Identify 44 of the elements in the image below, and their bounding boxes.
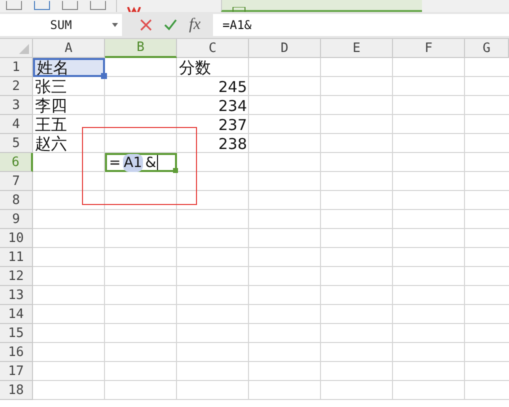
insert-function-button[interactable]: fx [189,16,201,34]
row-header[interactable]: 3 [0,96,33,115]
row-header[interactable]: 9 [0,210,33,229]
check-icon[interactable] [164,19,177,31]
table-cell-text: 李四 [34,96,68,115]
row-header[interactable]: 12 [0,267,33,286]
row-header[interactable]: 16 [0,343,33,362]
row-header[interactable]: 11 [0,248,33,267]
column-header[interactable]: G [465,39,509,58]
table-cell-text: 245 [217,77,248,96]
row-header[interactable]: 5 [0,134,33,153]
column-header[interactable]: E [321,39,393,58]
fill-handle[interactable] [101,73,107,79]
row-header[interactable]: 4 [0,115,33,134]
fill-handle[interactable] [173,168,178,173]
column-header[interactable]: A [33,39,105,58]
dropdown-caret-icon[interactable] [112,23,118,27]
cell-editor[interactable]: = A1 & [105,153,177,172]
row-header[interactable]: 18 [0,381,33,400]
name-box[interactable]: SUM [0,14,122,36]
referenced-cell: 姓名 [33,58,105,77]
table-cell-text: 张三 [34,77,68,96]
row-header[interactable]: 7 [0,172,33,191]
row-header[interactable]: 14 [0,305,33,324]
table-cell-text: 赵六 [34,134,68,153]
row-header[interactable]: 17 [0,362,33,381]
table-cell-text: 分数 [178,58,212,77]
row-header[interactable]: 2 [0,77,33,96]
formula-field[interactable]: =A1& [212,14,509,36]
table-cell-text: 238 [217,134,248,153]
row-header[interactable]: 15 [0,324,33,343]
row-header[interactable]: 10 [0,229,33,248]
column-header[interactable]: D [249,39,321,58]
table-cell-text: 237 [217,115,248,134]
row-header[interactable]: 13 [0,286,33,305]
text-cursor [157,155,158,170]
table-cell-text: 王五 [34,115,68,134]
table-cell-text: 234 [217,96,248,115]
row-header[interactable]: 1 [0,58,33,77]
cancel-icon[interactable] [140,19,152,31]
column-header[interactable]: F [393,39,465,58]
document-tab[interactable] [221,0,422,12]
row-header[interactable]: 8 [0,191,33,210]
column-header[interactable]: C [177,39,249,58]
